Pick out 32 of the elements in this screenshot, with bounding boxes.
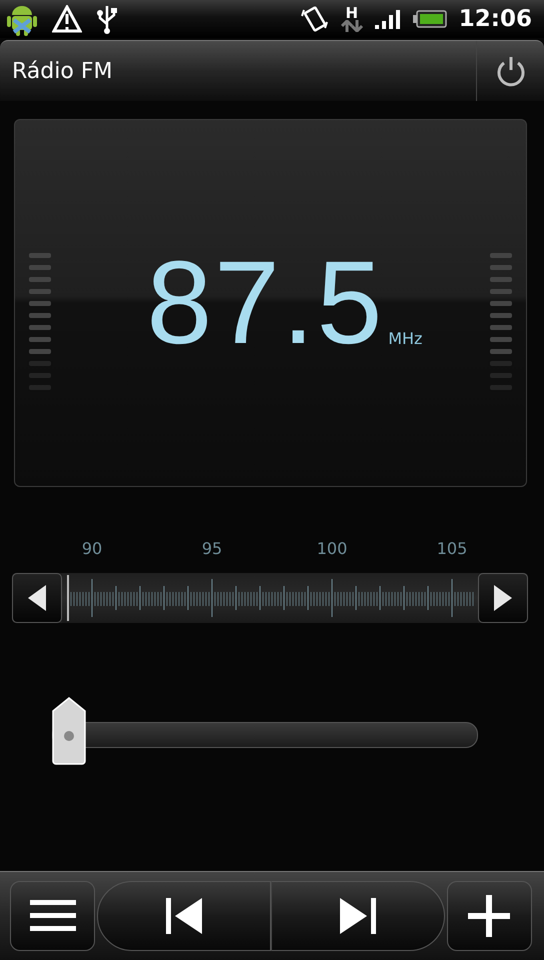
clock-time: 12:06 [458, 6, 532, 32]
warning-icon [52, 5, 82, 33]
vibrate-icon [300, 4, 329, 34]
skip-back-icon [166, 898, 202, 934]
network-type-label: H [346, 6, 358, 20]
usb-icon [96, 4, 118, 34]
volume-slider[interactable] [52, 697, 478, 765]
scale-label: 105 [436, 539, 468, 560]
scale-label: 90 [82, 539, 102, 560]
signal-meter-icon [29, 253, 51, 393]
next-station-button[interactable] [271, 881, 445, 951]
unit-label: MHz [388, 329, 422, 350]
tune-up-button[interactable] [478, 573, 528, 623]
skip-forward-icon [340, 898, 376, 934]
plus-icon [468, 895, 510, 937]
signal-meter-icon [490, 253, 512, 393]
signal-icon [374, 9, 401, 29]
power-icon [496, 55, 526, 87]
menu-button[interactable] [10, 881, 96, 951]
scale-label: 95 [202, 539, 222, 560]
scale-label: 100 [316, 539, 348, 560]
battery-icon [412, 10, 447, 28]
slider-thumb[interactable] [52, 697, 86, 765]
left-arrow-icon [28, 585, 46, 611]
add-button[interactable] [446, 881, 532, 951]
right-arrow-icon [494, 585, 512, 611]
tune-down-button[interactable] [12, 573, 62, 623]
app-title: Rádio FM [11, 58, 112, 84]
menu-icon [30, 900, 76, 932]
previous-station-button[interactable] [97, 881, 271, 951]
data-arrows-icon [340, 20, 363, 32]
frequency-readout: 87.5 [146, 244, 384, 362]
